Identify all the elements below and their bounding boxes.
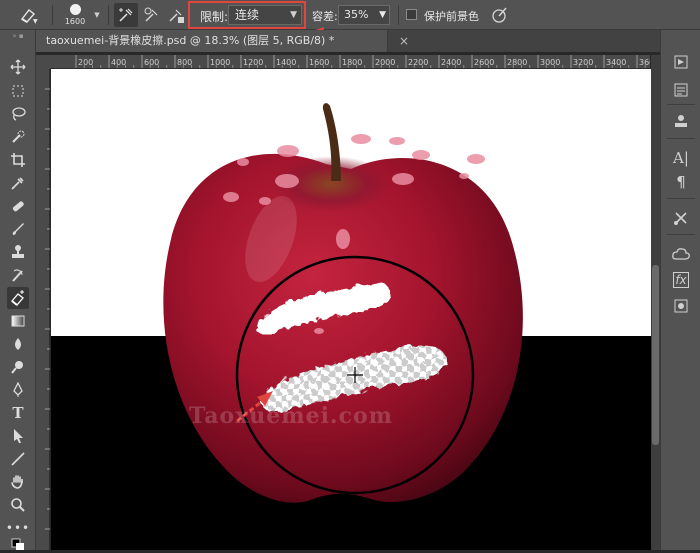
character-icon[interactable]: A|: [671, 148, 691, 168]
horizontal-ruler: 200 400 600 800 1000 1200 1400 1600 1800 2000 2200…: [50, 55, 650, 69]
ruler-label: 2800: [507, 58, 527, 67]
ruler-label: 2000: [375, 58, 395, 67]
type-icon[interactable]: T: [7, 402, 29, 424]
tab-strip: [388, 30, 660, 52]
ruler-label: 3400: [606, 58, 626, 67]
ruler-label: 1000: [210, 58, 230, 67]
scrollbar-thumb[interactable]: [652, 265, 659, 445]
limits-label: 限制:: [200, 10, 229, 24]
stamp-icon[interactable]: [671, 112, 691, 132]
history-brush-icon[interactable]: [7, 264, 29, 286]
ruler-label: 3200: [573, 58, 593, 67]
collapse-icon[interactable]: » ▪: [4, 33, 32, 40]
ruler-label: 2600: [474, 58, 494, 67]
crop-icon[interactable]: [7, 149, 29, 171]
dodge-icon[interactable]: [7, 356, 29, 378]
limits-select[interactable]: 连续 ▼: [228, 5, 302, 25]
history-icon[interactable]: [671, 52, 691, 72]
ruler-label: 200: [78, 58, 93, 67]
tools-panel: » ▪ T •••: [0, 30, 36, 550]
protect-foreground-checkbox[interactable]: [406, 9, 417, 20]
ruler-label: 2200: [408, 58, 428, 67]
svg-text:▼: ▼: [33, 18, 38, 24]
background-eraser-icon[interactable]: [7, 287, 29, 309]
ruler-label: 1800: [342, 58, 362, 67]
watermark-text: Taoxuemei.com: [189, 403, 393, 429]
brush-icon[interactable]: [7, 218, 29, 240]
clone-stamp-icon[interactable]: [7, 241, 29, 263]
ruler-label: 2400: [441, 58, 461, 67]
document-title: taoxuemei-背景橡皮擦.psd @ 18.3% (图层 5, RGB/8…: [46, 34, 335, 47]
close-icon[interactable]: ×: [399, 30, 409, 52]
artboard-icon[interactable]: [7, 80, 29, 102]
quick-select-icon[interactable]: [7, 126, 29, 148]
ruler-label: 800: [177, 58, 192, 67]
document-canvas[interactable]: Taoxuemei.com: [51, 69, 651, 550]
eyedropper-icon[interactable]: [7, 172, 29, 194]
ruler-label: 3600: [639, 58, 650, 67]
zoom-icon[interactable]: [7, 494, 29, 516]
vertical-ruler: [36, 69, 50, 550]
brush-size-picker[interactable]: 1600: [64, 2, 86, 28]
gradient-icon[interactable]: [7, 310, 29, 332]
brush-size-value: 1600: [64, 17, 86, 26]
chevron-down-icon[interactable]: ▼: [379, 6, 386, 24]
ruler-label: 3000: [540, 58, 560, 67]
tolerance-value: 35%: [344, 8, 369, 21]
limits-highlight: 限制: 连续 ▼: [188, 1, 306, 29]
brush-tip-icon: [69, 4, 81, 15]
ruler-label: 1400: [276, 58, 296, 67]
blur-icon[interactable]: [7, 333, 29, 355]
ruler-label: 1600: [309, 58, 329, 67]
pen-icon[interactable]: [7, 379, 29, 401]
vertical-scrollbar[interactable]: [651, 55, 660, 550]
brush-size-dropdown-icon[interactable]: ▼: [92, 10, 102, 20]
line-icon[interactable]: [7, 448, 29, 470]
ruler-label: 600: [144, 58, 159, 67]
tolerance-input[interactable]: 35% ▼: [338, 5, 390, 25]
move-icon[interactable]: [7, 56, 29, 78]
tolerance-label: 容差:: [312, 10, 338, 23]
protect-foreground-label: 保护前景色: [424, 10, 479, 23]
libraries-icon[interactable]: [671, 244, 691, 264]
layer-comps-icon[interactable]: [671, 80, 691, 100]
path-selection-icon[interactable]: [7, 425, 29, 447]
paragraph-icon[interactable]: ¶: [671, 172, 691, 192]
healing-brush-icon[interactable]: [7, 195, 29, 217]
background-eraser-preset-icon[interactable]: ▼: [18, 6, 40, 24]
right-panel-dock: A| ¶ fx: [660, 30, 700, 550]
styles-icon[interactable]: fx: [671, 270, 691, 290]
ruler-label: 1200: [243, 58, 263, 67]
sampling-continuous-icon[interactable]: [114, 3, 138, 27]
hand-icon[interactable]: [7, 471, 29, 493]
color-swatches-icon[interactable]: [7, 538, 29, 550]
tools-icon[interactable]: [671, 208, 691, 228]
adjustments-icon[interactable]: [671, 296, 691, 316]
pressure-size-icon[interactable]: [490, 5, 510, 25]
limits-value: 连续: [235, 8, 260, 22]
sampling-background-swatch-icon[interactable]: [164, 3, 188, 27]
ruler-label: 400: [111, 58, 126, 67]
chevron-down-icon: ▼: [290, 10, 297, 20]
document-tab[interactable]: taoxuemei-背景橡皮擦.psd @ 18.3% (图层 5, RGB/8…: [36, 30, 409, 52]
more-icon[interactable]: •••: [6, 517, 29, 539]
lasso-icon[interactable]: [7, 103, 29, 125]
sampling-once-icon[interactable]: [140, 3, 164, 27]
ruler-corner: [36, 55, 50, 69]
